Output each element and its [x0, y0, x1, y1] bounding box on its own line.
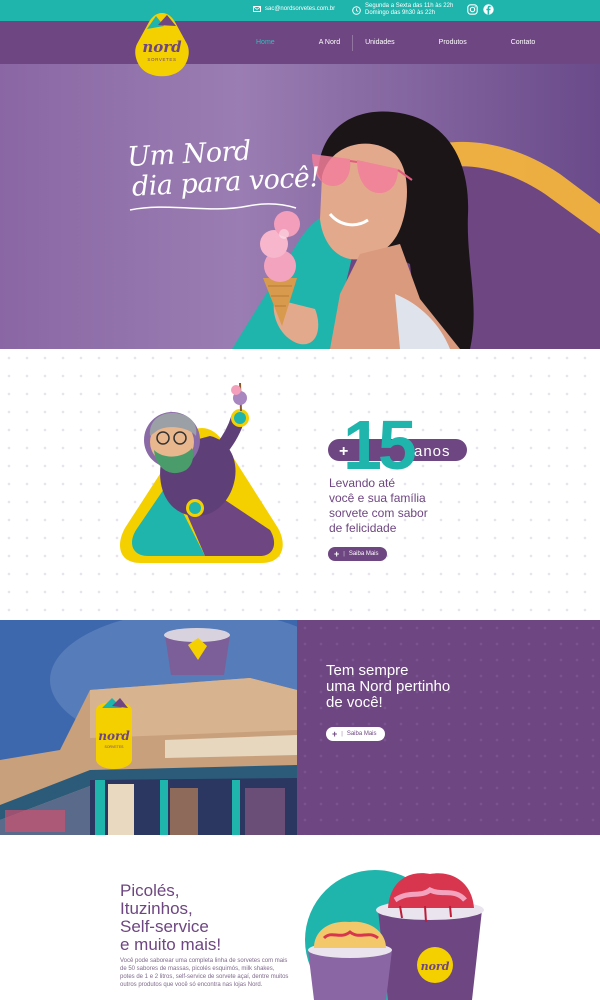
clock-icon	[352, 5, 361, 15]
cup-logo-text: nord	[421, 960, 450, 973]
products-title-line1: Picolés,	[120, 881, 180, 900]
nav-item-home[interactable]: Home	[244, 21, 287, 64]
social-links	[467, 4, 494, 15]
divider-bar: |	[341, 731, 343, 737]
plus-icon: +	[334, 549, 340, 559]
hero-banner: Um Nord dia para você!	[0, 64, 600, 349]
envelope-icon	[253, 6, 261, 12]
store-sign-text: nord	[98, 729, 130, 743]
anniversary-line1: Levando até	[329, 476, 396, 490]
anniversary-line2: você e sua família	[329, 491, 426, 505]
page: sac@nordsorvetes.com.br Segunda a Sexta …	[0, 0, 600, 1000]
stores-saiba-mais-button[interactable]: + | Saiba Mais	[326, 727, 385, 741]
products-title-line2: Ituzinhos,	[120, 899, 193, 918]
instagram-icon[interactable]	[467, 4, 478, 15]
store-sign-sub: SORVETES	[105, 745, 125, 749]
products-title-line4: e muito mais!	[120, 935, 222, 954]
anniversary-line3: sorvete com sabor	[329, 506, 428, 520]
stores-title-line1: Tem sempre	[326, 662, 409, 679]
button-label: Saiba Mais	[348, 551, 379, 557]
email-contact[interactable]: sac@nordsorvetes.com.br	[253, 6, 335, 12]
nav-menu: Home A Nord Unidades Produtos Contato	[244, 21, 547, 64]
nav-item-contato[interactable]: Contato	[499, 21, 548, 64]
stores-title-line3: de você!	[326, 694, 383, 711]
hours-sunday: Domingo das 9h30 às 22h	[365, 10, 436, 16]
hero-title: Um Nord dia para você!	[127, 133, 321, 203]
email-text: sac@nordsorvetes.com.br	[265, 6, 336, 12]
hours-weekdays: Segunda a Sexta das 11h às 22h	[365, 3, 454, 9]
anniversary-tagline: Levando até você e sua família sorvete c…	[329, 476, 428, 536]
button-label: Saiba Mais	[346, 731, 377, 737]
store-photo: nord SORVETES	[0, 620, 297, 835]
divider-bar: |	[343, 551, 345, 557]
nav-item-a-nord[interactable]: A Nord	[307, 21, 352, 64]
nord-logo[interactable]: nord SORVETES	[134, 12, 190, 78]
nav-item-unidades[interactable]: Unidades	[353, 21, 407, 64]
anniversary-badge: + 15 anos	[328, 406, 467, 471]
store-illustration: nord SORVETES	[0, 620, 297, 835]
logo-tagline: SORVETES	[147, 57, 176, 62]
products-illustration: nord	[305, 870, 484, 1000]
hero-illustration	[232, 111, 600, 349]
hero-title-swash	[129, 203, 297, 211]
anniversary-unit: anos	[414, 443, 451, 460]
products-description: Você pode saborear uma completa linha de…	[120, 958, 289, 988]
nav-item-produtos[interactable]: Produtos	[427, 21, 479, 64]
logo-wordmark: nord	[142, 38, 182, 56]
anniversary-saiba-mais-button[interactable]: + | Saiba Mais	[328, 547, 387, 561]
opening-hours: Segunda a Sexta das 11h às 22h Domingo d…	[352, 3, 453, 17]
stores-title: Tem sempre uma Nord pertinho de você!	[326, 663, 450, 711]
facebook-icon[interactable]	[483, 4, 494, 15]
anniversary-line4: de felicidade	[329, 521, 397, 535]
top-bar: sac@nordsorvetes.com.br Segunda a Sexta …	[0, 0, 600, 21]
anniversary-number: 15	[343, 406, 415, 471]
plus-icon: +	[332, 729, 338, 739]
products-title-line3: Self-service	[120, 917, 209, 936]
products-title: Picolés, Ituzinhos, Self-service e muito…	[120, 882, 221, 954]
stores-title-line2: uma Nord pertinho	[326, 678, 451, 695]
mascot-illustration	[120, 382, 283, 563]
anniversary-section	[0, 349, 600, 620]
